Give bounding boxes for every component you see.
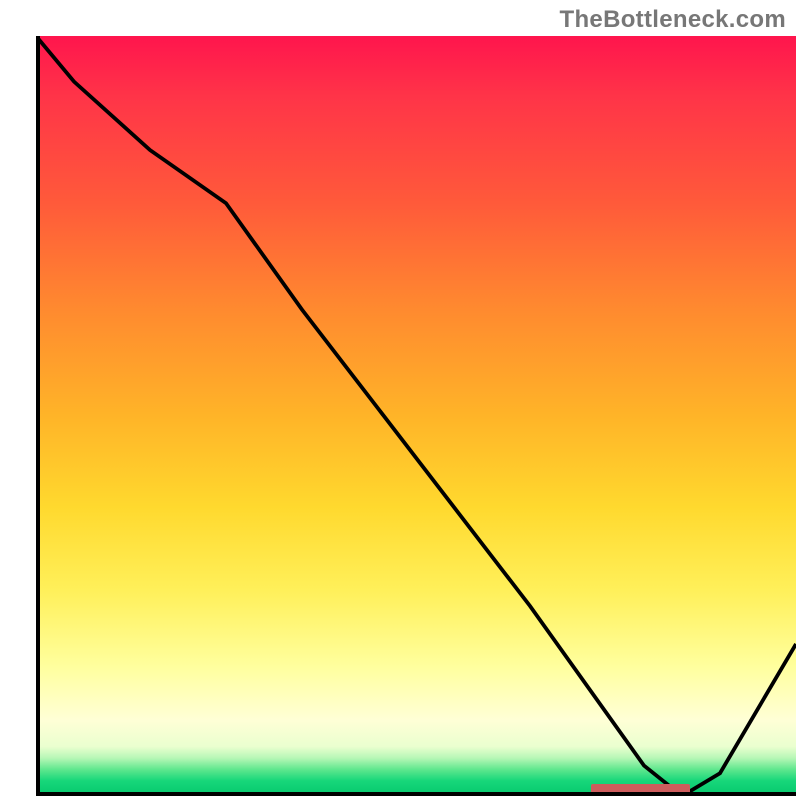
heat-gradient-background	[36, 36, 796, 796]
optimal-range-marker	[591, 784, 690, 794]
plot-area	[36, 36, 796, 796]
watermark-text: TheBottleneck.com	[560, 6, 786, 34]
chart-container: TheBottleneck.com	[0, 0, 800, 800]
